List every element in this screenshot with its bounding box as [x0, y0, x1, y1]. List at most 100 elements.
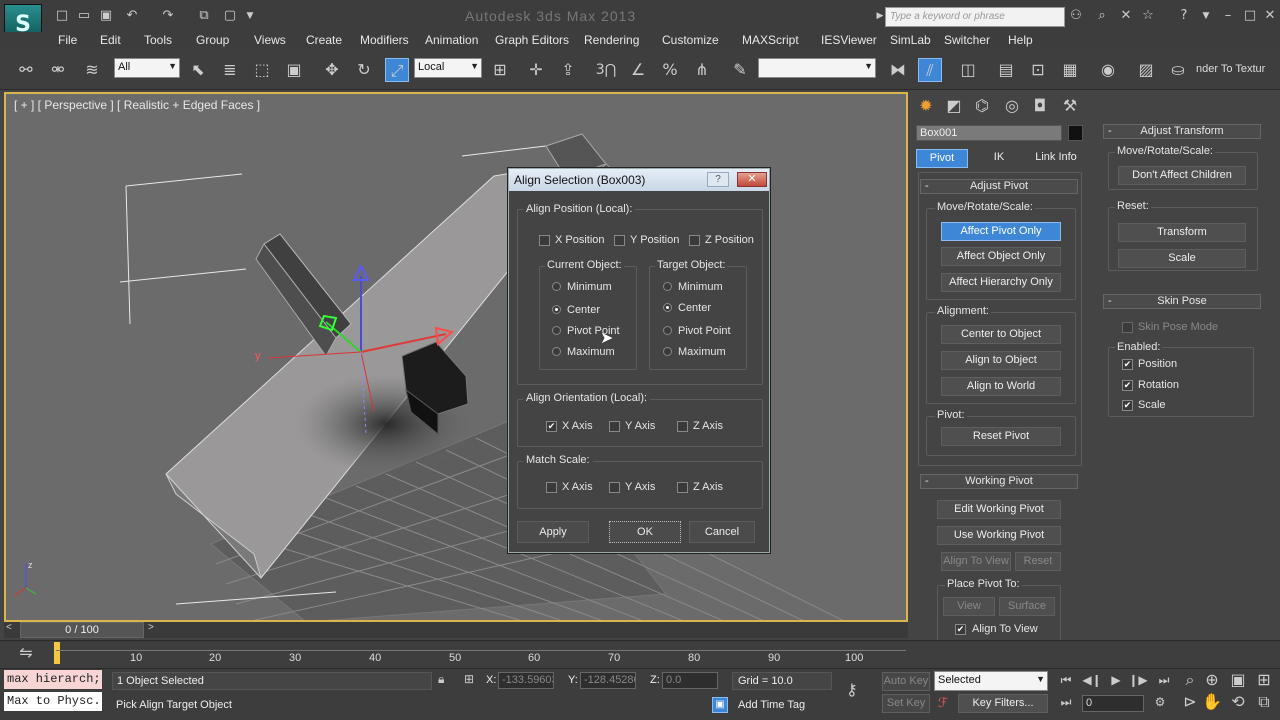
scale-x-axis-checkbox[interactable]: [546, 482, 557, 493]
skin-pose-scale-checkbox[interactable]: ✔: [1122, 400, 1133, 411]
mini-curve-editor-icon[interactable]: ⇋: [14, 641, 38, 665]
orbit-icon[interactable]: ⟲: [1226, 690, 1250, 714]
menu-help[interactable]: Help: [1008, 33, 1033, 47]
menu-maxscript[interactable]: MAXScript: [742, 33, 799, 47]
utilities-tab-icon[interactable]: ⚒: [1058, 94, 1082, 118]
render-setup-icon[interactable]: ▨: [1134, 58, 1158, 82]
menu-simlab[interactable]: SimLab: [890, 33, 931, 47]
menu-file[interactable]: File: [58, 33, 77, 47]
modify-tab-icon[interactable]: ◩: [942, 94, 966, 118]
render-to-texture-icon[interactable]: ⛀: [1166, 58, 1190, 82]
menu-modifiers[interactable]: Modifiers: [360, 33, 409, 47]
key-filters-button[interactable]: Key Filters...: [958, 694, 1048, 713]
scale-y-axis-checkbox[interactable]: [609, 482, 620, 493]
tab-pivot[interactable]: Pivot: [916, 149, 968, 168]
use-working-pivot-button[interactable]: Use Working Pivot: [937, 526, 1061, 545]
dialog-close-button[interactable]: ✕: [737, 172, 767, 187]
edit-named-selection-icon[interactable]: ✎: [728, 58, 752, 82]
snap-toggle-icon[interactable]: 3⋂: [594, 58, 618, 82]
go-to-end-icon[interactable]: ⏭: [1152, 668, 1176, 692]
zoom-extents-all-icon[interactable]: ⊞: [1252, 668, 1276, 692]
named-selection-dropdown[interactable]: ▼: [758, 58, 876, 78]
favorites-star-icon[interactable]: ☆: [1140, 8, 1156, 24]
reset-transform-button[interactable]: Transform: [1118, 223, 1246, 242]
current-frame-marker[interactable]: [54, 642, 60, 664]
hierarchy-tab-icon[interactable]: ⌬: [970, 94, 994, 118]
key-mode-dropdown[interactable]: Selected ▼: [934, 671, 1048, 691]
time-slider-next-icon[interactable]: >: [148, 622, 154, 633]
current-frame-field[interactable]: 0: [1082, 695, 1144, 712]
search-icon[interactable]: ⌕: [1094, 8, 1110, 24]
zoom-icon[interactable]: ⌕: [1178, 668, 1202, 692]
orientation-x-axis-checkbox[interactable]: ✔: [546, 421, 557, 432]
display-tab-icon[interactable]: ◘: [1028, 94, 1052, 118]
skin-pose-rotation-checkbox[interactable]: ✔: [1122, 380, 1133, 391]
current-maximum-radio[interactable]: [552, 347, 561, 356]
open-file-icon[interactable]: ▭: [76, 8, 92, 24]
pivot-center-icon[interactable]: ⊞: [488, 58, 512, 82]
orientation-y-axis-checkbox[interactable]: [609, 421, 620, 432]
current-pivot-point-radio[interactable]: [552, 326, 561, 335]
perspective-viewport[interactable]: y z [ + ] [ Perspective ] [ Realistic + …: [4, 92, 908, 622]
menu-iesviewer[interactable]: IESViewer: [821, 33, 877, 47]
material-editor-icon[interactable]: ◉: [1096, 58, 1120, 82]
place-pivot-view-button[interactable]: View: [943, 597, 995, 616]
time-tag-icon[interactable]: ▣: [712, 697, 728, 713]
dont-affect-children-button[interactable]: Don't Affect Children: [1118, 166, 1246, 185]
target-minimum-radio[interactable]: [663, 282, 672, 291]
curve-editor-icon[interactable]: ⊡: [1026, 58, 1050, 82]
minimize-icon[interactable]: –: [1220, 8, 1236, 24]
time-configuration-icon[interactable]: ⚙: [1148, 690, 1172, 714]
key-icon[interactable]: ⚷: [846, 680, 858, 699]
unlink-icon[interactable]: ⚮: [46, 58, 70, 82]
close-icon[interactable]: ✕: [1262, 8, 1278, 24]
place-pivot-surface-button[interactable]: Surface: [999, 597, 1055, 616]
menu-create[interactable]: Create: [306, 33, 342, 47]
dialog-help-button[interactable]: ?: [707, 172, 729, 187]
object-color-swatch[interactable]: [1068, 125, 1083, 141]
auto-key-button[interactable]: Auto Key: [882, 672, 930, 691]
next-frame-icon[interactable]: ❙▶: [1126, 668, 1150, 692]
z-coord-field[interactable]: 0.0: [662, 672, 718, 689]
help-dropdown-icon[interactable]: ▼: [1198, 8, 1214, 24]
tab-ik[interactable]: IK: [974, 149, 1024, 168]
menu-tools[interactable]: Tools: [144, 33, 172, 47]
viewport-scene[interactable]: y z: [6, 94, 908, 622]
time-slider-prev-icon[interactable]: <: [6, 622, 12, 633]
ok-button[interactable]: OK: [609, 521, 681, 543]
help-icon[interactable]: ?: [1176, 8, 1192, 24]
motion-tab-icon[interactable]: ◎: [1000, 94, 1024, 118]
select-object-icon[interactable]: ⬉: [186, 58, 210, 82]
zoom-all-icon[interactable]: ⊕: [1200, 668, 1224, 692]
spinner-snap-icon[interactable]: ⋔: [690, 58, 714, 82]
align-to-view-button[interactable]: Align To View: [941, 552, 1011, 571]
menu-group[interactable]: Group: [196, 33, 229, 47]
menu-customize[interactable]: Customize: [662, 33, 719, 47]
x-coord-field[interactable]: -133.59603: [498, 672, 554, 689]
object-name-field[interactable]: Box001: [916, 125, 1062, 141]
reference-coordinate-dropdown[interactable]: Local ▼: [414, 58, 482, 78]
project-folder-icon[interactable]: ⧉: [196, 8, 212, 24]
z-position-checkbox[interactable]: [689, 235, 700, 246]
skin-pose-mode-checkbox[interactable]: [1122, 322, 1133, 333]
target-pivot-point-radio[interactable]: [663, 326, 672, 335]
search-input[interactable]: Type a keyword or phrase: [885, 7, 1065, 27]
workspace-icon[interactable]: ▢: [222, 8, 238, 24]
redo-icon[interactable]: ↷: [160, 8, 176, 24]
pan-icon[interactable]: ✋: [1200, 690, 1224, 714]
render-to-texture-label[interactable]: nder To Textur: [1196, 63, 1265, 75]
play-icon[interactable]: ▶: [1104, 668, 1128, 692]
cancel-button[interactable]: Cancel: [689, 521, 755, 543]
edit-working-pivot-button[interactable]: Edit Working Pivot: [937, 500, 1061, 519]
move-icon[interactable]: ✥: [320, 58, 344, 82]
maxscript-listener-line2[interactable]: Max to Physc.: [4, 692, 102, 711]
scale-icon[interactable]: ⤢: [385, 58, 409, 82]
apply-button[interactable]: Apply: [517, 521, 589, 543]
save-icon[interactable]: ▣: [98, 8, 114, 24]
field-of-view-icon[interactable]: ⊳: [1178, 690, 1202, 714]
menu-edit[interactable]: Edit: [100, 33, 121, 47]
absolute-mode-icon[interactable]: ⊞: [464, 672, 474, 686]
track-bar[interactable]: [0, 640, 1280, 668]
bind-spacewarp-icon[interactable]: ≋: [80, 58, 104, 82]
key-tangent-icon[interactable]: ℱ: [938, 695, 948, 711]
